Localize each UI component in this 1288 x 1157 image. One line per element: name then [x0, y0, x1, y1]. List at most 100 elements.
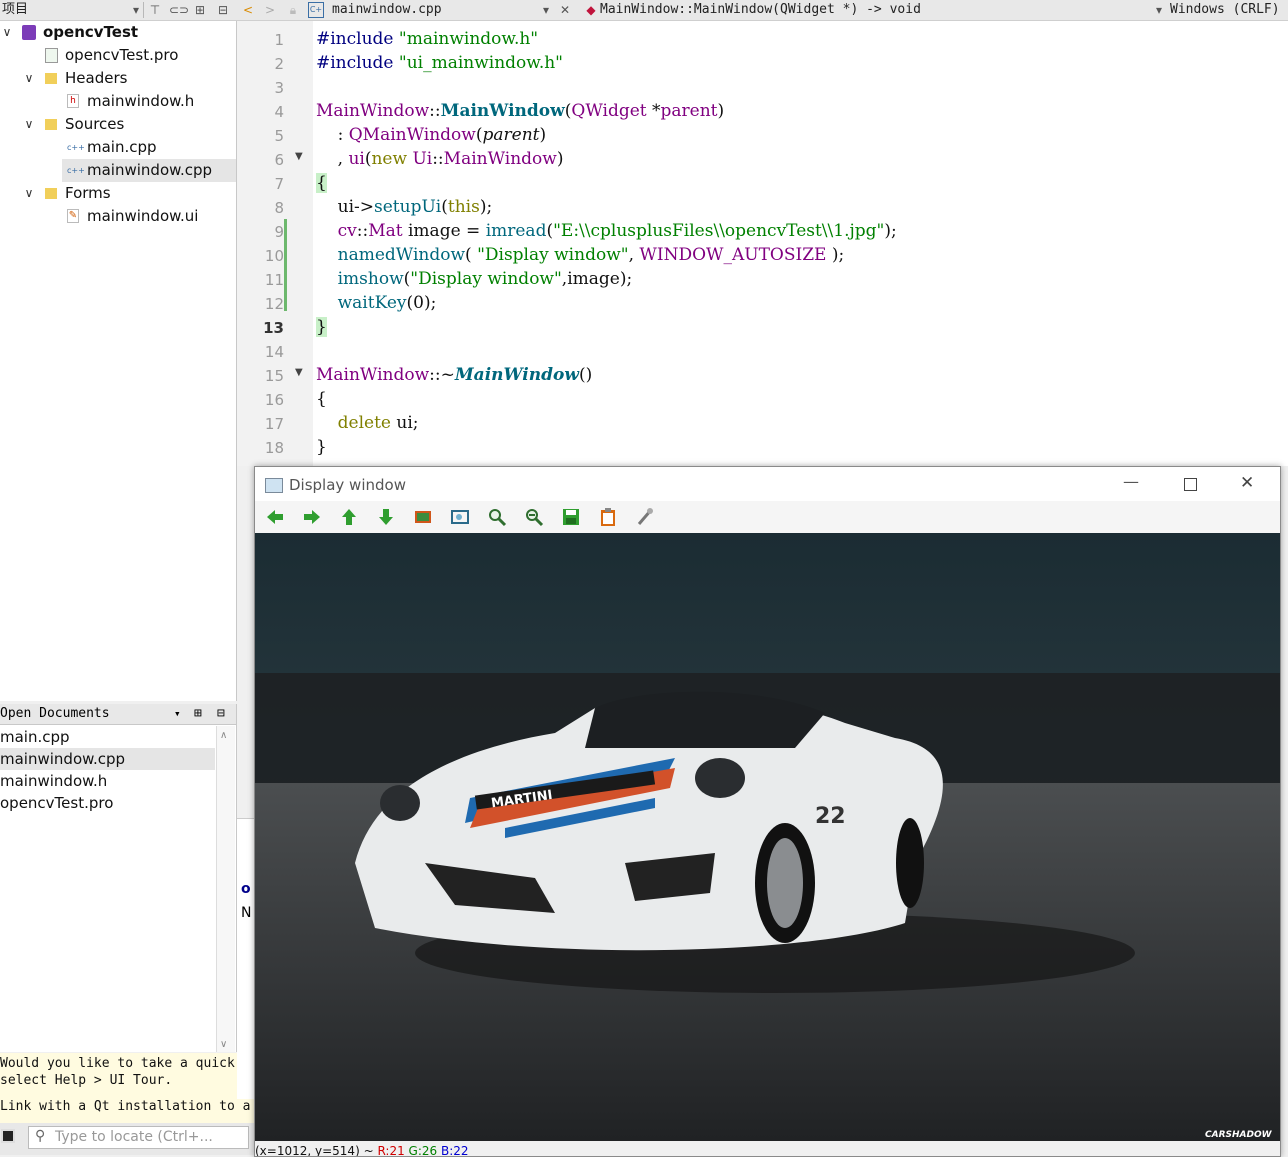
tree-item-project[interactable]: ∨ opencvTest [0, 21, 236, 44]
minimize-icon[interactable]: — [1123, 472, 1139, 491]
tree-item-header-file[interactable]: h mainwindow.h [0, 90, 236, 113]
folder-icon [45, 119, 57, 130]
function-symbol-icon: ◆ [586, 3, 596, 17]
code-line[interactable]: delete ui; [316, 413, 419, 433]
arrow-down-icon[interactable] [376, 507, 396, 527]
window-title-bar[interactable]: Display window — ✕ [255, 467, 1280, 501]
toggle-sidebar-icon[interactable] [1, 1129, 15, 1143]
locator-placeholder: Type to locate (Ctrl+... [55, 1129, 213, 1145]
split-icon[interactable]: ⊞ [192, 2, 208, 18]
arrow-left-icon[interactable] [265, 507, 285, 527]
close-icon[interactable]: ✕ [1240, 473, 1254, 493]
chevron-down-icon[interactable]: ∨ [22, 67, 36, 90]
fold-arrow-icon[interactable]: ▼ [295, 367, 305, 378]
code-line[interactable]: { [316, 173, 327, 193]
close-document-icon[interactable]: ✕ [557, 2, 573, 18]
chevron-down-icon[interactable]: ∨ [0, 21, 14, 44]
tree-item-main-cpp[interactable]: c++ main.cpp [0, 136, 236, 159]
info-qt-link-line: Link with a Qt installation to a [0, 1099, 251, 1114]
split-icon[interactable]: ⊞ [194, 704, 202, 724]
open-document-item[interactable]: mainwindow.cpp [0, 748, 215, 770]
info-tour-line: Would you like to take a quick U [0, 1056, 251, 1071]
fold-arrow-icon[interactable]: ▼ [295, 151, 305, 162]
window-icon [265, 478, 283, 493]
code-line[interactable]: imshow("Display window",image); [316, 269, 633, 289]
close-panel-icon[interactable]: ⊟ [217, 704, 225, 724]
locator-field[interactable]: ⚲ Type to locate (Ctrl+... [28, 1126, 249, 1149]
open-documents-header: Open Documents ▾ ⊞ ⊟ [0, 704, 236, 725]
chevron-down-icon[interactable]: ∨ [22, 182, 36, 205]
open-document-item[interactable]: main.cpp [0, 726, 215, 748]
tree-item-ui-file[interactable]: ✎ mainwindow.ui [0, 205, 236, 228]
car-photo: MARTINI 22 CARSHADOW [255, 533, 1280, 1141]
image-icon[interactable] [413, 507, 433, 527]
pixel-blue: B:22 [441, 1144, 469, 1156]
back-icon[interactable]: < [240, 2, 256, 18]
cpp-file-icon: c++ [67, 166, 85, 175]
save-icon[interactable] [561, 507, 581, 527]
view-dropdown-icon[interactable]: ▾ [128, 2, 144, 18]
properties-icon[interactable] [635, 507, 655, 527]
file-dropdown-icon[interactable]: ▾ [538, 2, 554, 18]
search-icon: ⚲ [35, 1128, 46, 1144]
current-symbol[interactable]: MainWindow::MainWindow(QWidget *) -> voi… [600, 0, 1140, 20]
maximize-icon[interactable] [1184, 478, 1197, 491]
tree-item-mainwindow-cpp[interactable]: c++ mainwindow.cpp [62, 159, 236, 182]
line-ending-selector[interactable]: Windows (CRLF) [1170, 0, 1288, 20]
arrow-up-icon[interactable] [339, 507, 359, 527]
scroll-down-icon[interactable]: ∨ [220, 1039, 227, 1050]
code-line[interactable]: #include "ui_mainwindow.h" [316, 53, 563, 73]
open-document-item[interactable]: mainwindow.h [0, 770, 215, 792]
filter-icon[interactable]: ⊤ [147, 2, 163, 18]
code-editor[interactable]: 1 2 3 4 5 6 7 8 9 10 11 12 13 14 15 16 17 18 ▼ ▼ #include… [237, 21, 1288, 466]
tree-item-sources[interactable]: ∨ Sources [0, 113, 236, 136]
header-file-icon: h [67, 94, 79, 108]
line-number: 3 [274, 79, 284, 97]
code-line[interactable]: } [316, 317, 327, 337]
code-line[interactable]: } [316, 437, 327, 457]
zoom-in-icon[interactable] [487, 507, 507, 527]
open-file-name[interactable]: mainwindow.cpp [332, 0, 532, 20]
code-line[interactable]: , ui(new Ui::MainWindow) [316, 149, 564, 169]
displayed-image[interactable]: MARTINI 22 CARSHADOW [255, 533, 1280, 1141]
mainwindow-cpp-label: mainwindow.cpp [87, 161, 213, 179]
chevron-down-icon[interactable]: ∨ [22, 113, 36, 136]
code-line[interactable]: #include "mainwindow.h" [316, 29, 538, 49]
close-sidebar-icon[interactable]: ⊟ [215, 2, 231, 18]
pixel-coordinates: (x=1012, y=514) ~ [255, 1144, 378, 1156]
open-document-item[interactable]: opencvTest.pro [0, 792, 215, 814]
code-line[interactable]: { [316, 389, 327, 409]
dropdown-icon[interactable]: ▾ [174, 704, 181, 724]
main-cpp-label: main.cpp [87, 138, 157, 156]
project-tree: ∨ opencvTest opencvTest.pro ∨ Headers h … [0, 21, 237, 701]
zoom-out-icon[interactable] [524, 507, 544, 527]
line-number: 13 [263, 319, 284, 337]
zoom-fit-icon[interactable] [450, 507, 470, 527]
scrollbar[interactable]: ∧ ∨ [216, 726, 235, 1052]
encoding-dropdown-icon[interactable]: ▾ [1151, 2, 1167, 18]
code-line[interactable]: : QMainWindow(parent) [316, 125, 547, 145]
code-line[interactable]: ui->setupUi(this); [316, 197, 493, 217]
line-number: 11 [264, 271, 284, 289]
tree-item-headers[interactable]: ∨ Headers [0, 67, 236, 90]
code-line[interactable]: MainWindow::~MainWindow() [316, 365, 592, 385]
tree-item-forms[interactable]: ∨ Forms [0, 182, 236, 205]
open-documents-title: Open Documents [0, 706, 110, 721]
tree-item-pro-file[interactable]: opencvTest.pro [0, 44, 236, 67]
pixel-green: G:26 [408, 1144, 438, 1156]
code-line[interactable]: MainWindow::MainWindow(QWidget *parent) [316, 101, 724, 121]
forward-icon[interactable]: > [262, 2, 278, 18]
info-bar: Would you like to take a quick U select … [0, 1053, 255, 1123]
code-line[interactable]: namedWindow( "Display window", WINDOW_AU… [316, 245, 845, 265]
code-line[interactable]: cv::Mat image = imread("E:\\cplusplusFil… [316, 221, 897, 241]
cpp-file-icon: c++ [67, 143, 85, 152]
line-number: 4 [274, 103, 284, 121]
scroll-up-icon[interactable]: ∧ [220, 730, 227, 741]
link-icon[interactable]: ⊂⊃ [169, 2, 189, 18]
projects-label: 项目 [2, 2, 29, 17]
watermark-text: CARSHADOW [1205, 1130, 1273, 1140]
pro-file-label: opencvTest.pro [65, 46, 179, 64]
code-line[interactable]: waitKey(0); [316, 293, 437, 313]
clipboard-icon[interactable] [598, 507, 618, 527]
arrow-right-icon[interactable] [302, 507, 322, 527]
